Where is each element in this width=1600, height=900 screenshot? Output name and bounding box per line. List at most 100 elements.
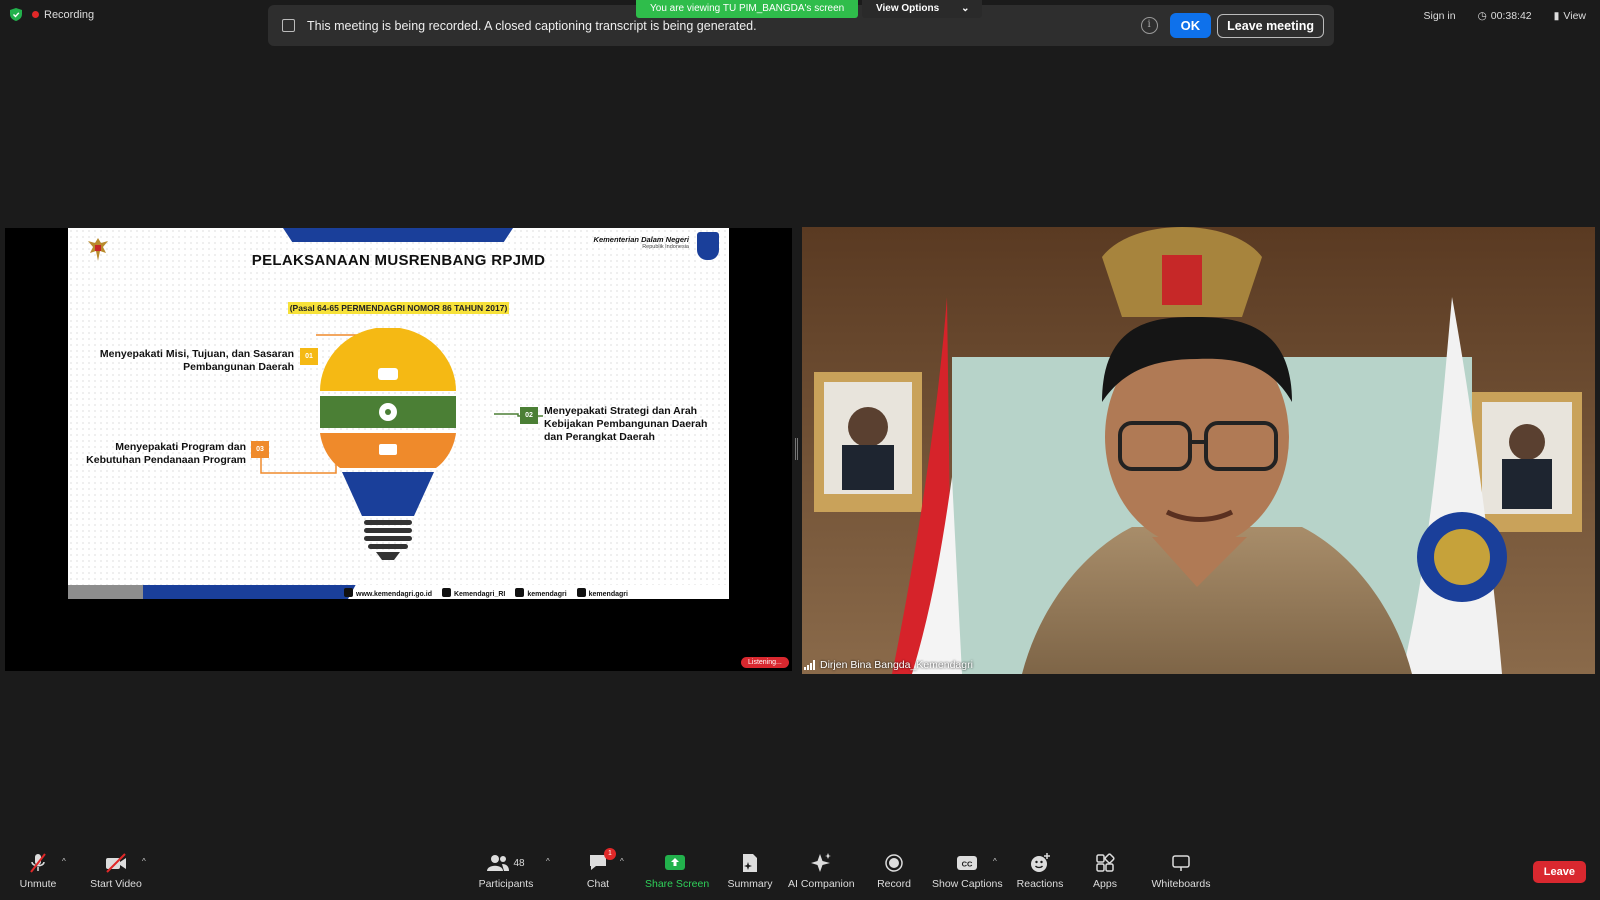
footer-website-text: www.kemendagri.go.id — [356, 591, 432, 598]
record-dot-icon — [32, 10, 39, 18]
footer-facebook: Kemendagri_RI — [441, 588, 506, 598]
slide-page-number: 2 — [711, 587, 717, 598]
microphone-muted-icon — [30, 853, 46, 873]
chat-unread-badge: 1 — [604, 847, 616, 860]
view-options-button[interactable]: View Options ⌄ — [862, 0, 982, 18]
unmute-button[interactable]: Unmute — [18, 852, 58, 890]
share-screen-button[interactable]: Share Screen — [645, 852, 710, 890]
facebook-icon — [441, 588, 451, 597]
globe-icon — [344, 588, 353, 597]
slide-item-strategi: Menyepakati Strategi dan Arah Kebijakan … — [544, 405, 708, 443]
summary-label: Summary — [727, 878, 773, 890]
timer-value: 00:38:42 — [1490, 10, 1532, 22]
reactions-button[interactable]: Reactions — [1016, 852, 1064, 890]
info-icon[interactable]: i — [1140, 17, 1158, 34]
footer-twitter-text: kemendagri — [527, 591, 567, 598]
slide-subtitle: (Pasal 64-65 PERMENDAGRI NOMOR 86 TAHUN … — [68, 298, 729, 316]
speaker-name-label: Dirjen Bina Bangda_Kemendagri — [804, 659, 973, 671]
meeting-toolbar: Unmute ^ Start Video ^ 48 Participants ^… — [0, 847, 1600, 900]
ai-companion-label: AI Companion — [788, 878, 855, 890]
step-number-01: 01 — [300, 348, 318, 365]
record-icon — [885, 854, 903, 872]
ok-button[interactable]: OK — [1169, 13, 1212, 38]
ministry-logo — [697, 232, 719, 260]
show-captions-button[interactable]: CC Show Captions — [932, 852, 1003, 890]
shield-icon[interactable] — [10, 8, 22, 21]
chat-button[interactable]: 1 Chat — [578, 847, 618, 890]
show-captions-label: Show Captions — [932, 878, 1003, 890]
apps-button[interactable]: Apps — [1088, 852, 1122, 890]
recording-notice-text: This meeting is being recorded. A closed… — [307, 18, 757, 33]
participants-caret-icon[interactable]: ^ — [546, 857, 550, 866]
share-screen-icon — [665, 855, 685, 870]
sign-in-link[interactable]: Sign in — [1423, 10, 1455, 22]
apps-label: Apps — [1093, 878, 1117, 890]
footer-instagram-text: kemendagri — [588, 591, 628, 598]
view-options-label: View Options — [876, 3, 940, 14]
slide-footer-links: www.kemendagri.go.id Kemendagri_RI kemen… — [344, 588, 628, 598]
audio-options-caret-icon[interactable]: ^ — [62, 857, 66, 866]
step-number-02: 02 — [520, 407, 538, 424]
shared-screen-panel[interactable]: PELAKSANAAN MUSRENBANG RPJMD (Pasal 64-6… — [5, 228, 792, 671]
summary-icon — [743, 854, 757, 872]
footer-facebook-text: Kemendagri_RI — [453, 591, 506, 598]
speaker-video-image — [802, 227, 1595, 674]
speaker-video-tile[interactable] — [802, 227, 1595, 674]
share-screen-label: Share Screen — [645, 878, 710, 890]
footer-website: www.kemendagri.go.id — [344, 588, 432, 598]
reactions-smiley-icon — [1031, 853, 1050, 872]
document-icon — [282, 19, 295, 32]
listening-badge: Listening... — [741, 657, 789, 668]
participant-count: 48 — [513, 857, 525, 869]
view-button[interactable]: ▮ View — [1554, 10, 1586, 22]
participants-label: Participants — [478, 878, 534, 890]
ministry-name: Kementerian Dalam Negeri — [593, 235, 689, 244]
ministry-subtitle: Republik Indonesia — [642, 244, 689, 250]
slide-item-program: Menyepakati Program dan Kebutuhan Pendan… — [86, 441, 246, 466]
video-options-caret-icon[interactable]: ^ — [142, 857, 146, 866]
cc-glyph: CC — [962, 860, 973, 869]
signal-strength-icon — [804, 660, 815, 670]
reactions-label: Reactions — [1016, 878, 1064, 890]
captions-caret-icon[interactable]: ^ — [993, 857, 997, 866]
whiteboard-icon — [1172, 855, 1190, 871]
panel-splitter-handle[interactable] — [795, 438, 798, 460]
clock-icon: ◷ — [1477, 10, 1487, 22]
whiteboards-label: Whiteboards — [1151, 878, 1211, 890]
whiteboards-button[interactable]: Whiteboards — [1150, 852, 1212, 890]
start-video-label: Start Video — [90, 878, 142, 890]
speaker-name-text: Dirjen Bina Bangda_Kemendagri — [820, 659, 973, 671]
footer-twitter: kemendagri — [515, 588, 567, 598]
closed-captions-icon: CC — [957, 856, 977, 870]
chat-caret-icon[interactable]: ^ — [620, 857, 624, 866]
view-layout-icon: ▮ — [1553, 10, 1560, 22]
leave-button[interactable]: Leave — [1532, 861, 1586, 883]
video-camera-off-icon — [106, 853, 126, 873]
ministry-label: Kementerian Dalam Negeri Republik Indone… — [594, 235, 689, 250]
record-button[interactable]: Record — [874, 852, 914, 890]
ai-sparkle-icon — [811, 853, 831, 872]
meeting-timer: ◷ 00:38:42 — [1478, 10, 1532, 22]
slide-item-misi: Menyepakati Misi, Tujuan, dan Sasaran Pe… — [99, 348, 294, 373]
slide-subtitle-text: (Pasal 64-65 PERMENDAGRI NOMOR 86 TAHUN … — [287, 302, 510, 314]
step-number-03: 03 — [251, 441, 269, 458]
participants-icon — [487, 855, 510, 871]
ai-companion-button[interactable]: AI Companion — [788, 852, 855, 890]
recording-label: Recording — [44, 8, 95, 21]
leave-meeting-button[interactable]: Leave meeting — [1217, 13, 1324, 38]
presentation-slide: PELAKSANAAN MUSRENBANG RPJMD (Pasal 64-6… — [68, 228, 729, 599]
top-right-controls: Sign in ◷ 00:38:42 ▮ View — [1423, 10, 1586, 22]
unmute-label: Unmute — [19, 878, 57, 890]
chevron-down-icon: ⌄ — [961, 3, 970, 14]
viewing-screen-banner: You are viewing TU PIM_BANGDA's screen — [636, 0, 859, 18]
recording-indicator[interactable]: Recording — [32, 9, 94, 21]
twitter-icon — [515, 588, 525, 597]
record-label: Record — [877, 878, 911, 890]
recording-status: Recording — [10, 8, 94, 21]
participants-button[interactable]: 48 Participants — [478, 852, 534, 890]
start-video-button[interactable]: Start Video — [88, 852, 144, 890]
summary-button[interactable]: Summary — [725, 852, 775, 890]
chat-label: Chat — [586, 878, 610, 890]
apps-icon — [1096, 853, 1115, 872]
slide-title: PELAKSANAAN MUSRENBANG RPJMD — [251, 252, 546, 269]
